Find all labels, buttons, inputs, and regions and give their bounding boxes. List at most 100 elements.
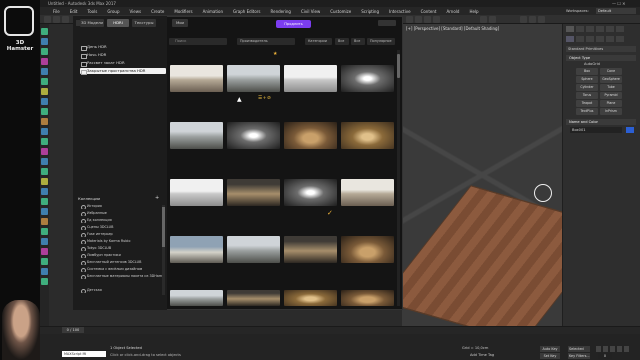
sphere-button[interactable]: Sphere — [576, 76, 598, 83]
hdri-thumbnail[interactable] — [341, 290, 394, 306]
time-slider[interactable]: 0 / 100 — [62, 327, 84, 333]
link-icon[interactable] — [62, 16, 69, 23]
shapes-icon[interactable] — [576, 36, 584, 42]
key-filters-button[interactable]: Key Filters... — [568, 353, 590, 359]
scale-icon[interactable] — [433, 16, 440, 23]
move-icon[interactable] — [415, 16, 422, 23]
tool-icon[interactable] — [41, 198, 48, 205]
display-tab-icon[interactable] — [606, 26, 614, 32]
material-editor-icon[interactable] — [520, 16, 527, 23]
folder-interior-hdr[interactable]: Закрытые пространства HDR — [80, 68, 166, 75]
tool-icon[interactable] — [41, 208, 48, 215]
tool-icon[interactable] — [41, 228, 48, 235]
hdri-thumbnail[interactable] — [227, 122, 280, 149]
menu-modifiers[interactable]: Modifiers — [169, 7, 197, 15]
tab-3d-models[interactable]: 3D Модели — [80, 19, 104, 27]
collection-item[interactable]: Fuse интерьер — [80, 231, 162, 237]
tab-my[interactable]: Мои — [172, 19, 188, 27]
box-button[interactable]: Box — [576, 68, 598, 75]
light-object-icon[interactable] — [534, 184, 552, 202]
render-icon[interactable] — [538, 16, 545, 23]
object-type-rollout[interactable]: Object Type — [566, 55, 636, 61]
lights-icon[interactable] — [586, 36, 594, 42]
collection-item[interactable]: Детская — [80, 287, 162, 293]
menu-content[interactable]: Content — [416, 7, 442, 15]
snap-icon[interactable] — [480, 16, 487, 23]
cylinder-button[interactable]: Cylinder — [576, 84, 598, 91]
hdri-thumbnail[interactable] — [341, 65, 394, 92]
menu-tools[interactable]: Tools — [82, 7, 102, 15]
tool-icon[interactable] — [41, 118, 48, 125]
thumbnail-action-icons[interactable]: ☰+⊘ — [258, 96, 271, 101]
hdri-thumbnail[interactable] — [341, 122, 394, 149]
hdri-thumbnail[interactable] — [284, 236, 337, 263]
object-color-swatch[interactable] — [626, 127, 634, 133]
collection-item[interactable]: История — [80, 203, 162, 209]
workspace-dropdown[interactable]: Default — [596, 8, 636, 14]
tool-icon[interactable] — [41, 268, 48, 275]
tool-icon[interactable] — [41, 98, 48, 105]
collection-item[interactable]: Лимбурн практики — [80, 252, 162, 258]
go-to-end-icon[interactable] — [624, 346, 629, 352]
tool-icon[interactable] — [41, 148, 48, 155]
menu-customize[interactable]: Customize — [325, 7, 356, 15]
tube-button[interactable]: Tube — [600, 84, 622, 91]
torus-button[interactable]: Torus — [576, 92, 598, 99]
menu-edit[interactable]: Edit — [65, 7, 83, 15]
redo-icon[interactable] — [53, 16, 60, 23]
tool-icon[interactable] — [41, 248, 48, 255]
next-frame-icon[interactable] — [617, 346, 622, 352]
selected-dropdown[interactable]: Selected — [568, 346, 590, 352]
textplus-button[interactable]: TextPlus — [576, 108, 598, 115]
menu-group[interactable]: Group — [102, 7, 124, 15]
hdri-thumbnail[interactable] — [227, 65, 280, 92]
utilities-icon[interactable] — [41, 88, 48, 95]
hdri-thumbnail[interactable] — [284, 290, 337, 306]
hdri-thumbnail[interactable] — [227, 179, 280, 206]
previous-frame-icon[interactable] — [603, 346, 608, 352]
folder-sunrise-hdr[interactable]: Рассвет закат HDR — [80, 60, 166, 67]
favorite-star-icon[interactable]: ★ — [273, 51, 277, 57]
tab-hdri[interactable]: HDRI — [107, 19, 129, 27]
hdri-thumbnail[interactable] — [170, 290, 223, 306]
angle-snap-icon[interactable] — [489, 16, 496, 23]
manufacturer-filter[interactable]: Производитель — [237, 38, 295, 45]
inprism-button[interactable]: InPrism — [600, 108, 622, 115]
filter-all-2[interactable]: Все — [351, 38, 365, 45]
collections-scroll-thumb[interactable] — [162, 207, 165, 247]
account-icon[interactable] — [378, 20, 396, 26]
collection-item[interactable]: Избранные — [80, 210, 162, 216]
tool-icon[interactable] — [41, 108, 48, 115]
collection-item[interactable]: Ед коллекция — [80, 217, 162, 223]
menu-arnold[interactable]: Arnold — [441, 7, 464, 15]
go-to-start-icon[interactable] — [596, 346, 601, 352]
utilities-tab-icon[interactable] — [616, 26, 624, 32]
create-tab-icon[interactable] — [566, 26, 574, 32]
extend-subscription-button[interactable]: Продлить — [276, 20, 311, 28]
sort-filter[interactable]: Популярное — [367, 38, 395, 45]
hdri-thumbnail[interactable] — [284, 65, 337, 92]
collection-item[interactable]: Бесплатные материалы пакета из 3DHamster — [80, 273, 162, 279]
category-filter[interactable]: Категории — [305, 38, 332, 45]
current-frame-field[interactable]: 0 — [598, 353, 612, 359]
autogrid-checkbox[interactable]: AutoGrid — [584, 62, 600, 66]
undo-icon[interactable] — [44, 16, 51, 23]
tool-icon[interactable] — [41, 278, 48, 285]
hdri-thumbnail[interactable] — [170, 65, 223, 92]
add-collection-icon[interactable]: + — [155, 195, 159, 201]
hdri-thumbnail[interactable] — [341, 179, 394, 206]
cameras-icon[interactable] — [596, 36, 604, 42]
pyramid-button[interactable]: Pyramid — [600, 92, 622, 99]
select-icon[interactable] — [406, 16, 413, 23]
scene-explorer-icon[interactable] — [41, 28, 48, 35]
geosphere-button[interactable]: GeoSphere — [600, 76, 622, 83]
tool-icon[interactable] — [41, 138, 48, 145]
folder-day-hdr[interactable]: День HDR — [80, 44, 166, 51]
primitive-type-dropdown[interactable]: Standard Primitives — [566, 46, 636, 52]
hdri-thumbnail[interactable] — [227, 290, 280, 306]
plane-button[interactable]: Plane — [600, 100, 622, 107]
tool-icon[interactable] — [41, 158, 48, 165]
spacewarps-icon[interactable] — [616, 36, 624, 42]
maxscript-listener[interactable]: MAXScript Mi — [62, 351, 106, 357]
add-time-tag[interactable]: Add Time Tag — [470, 353, 494, 357]
